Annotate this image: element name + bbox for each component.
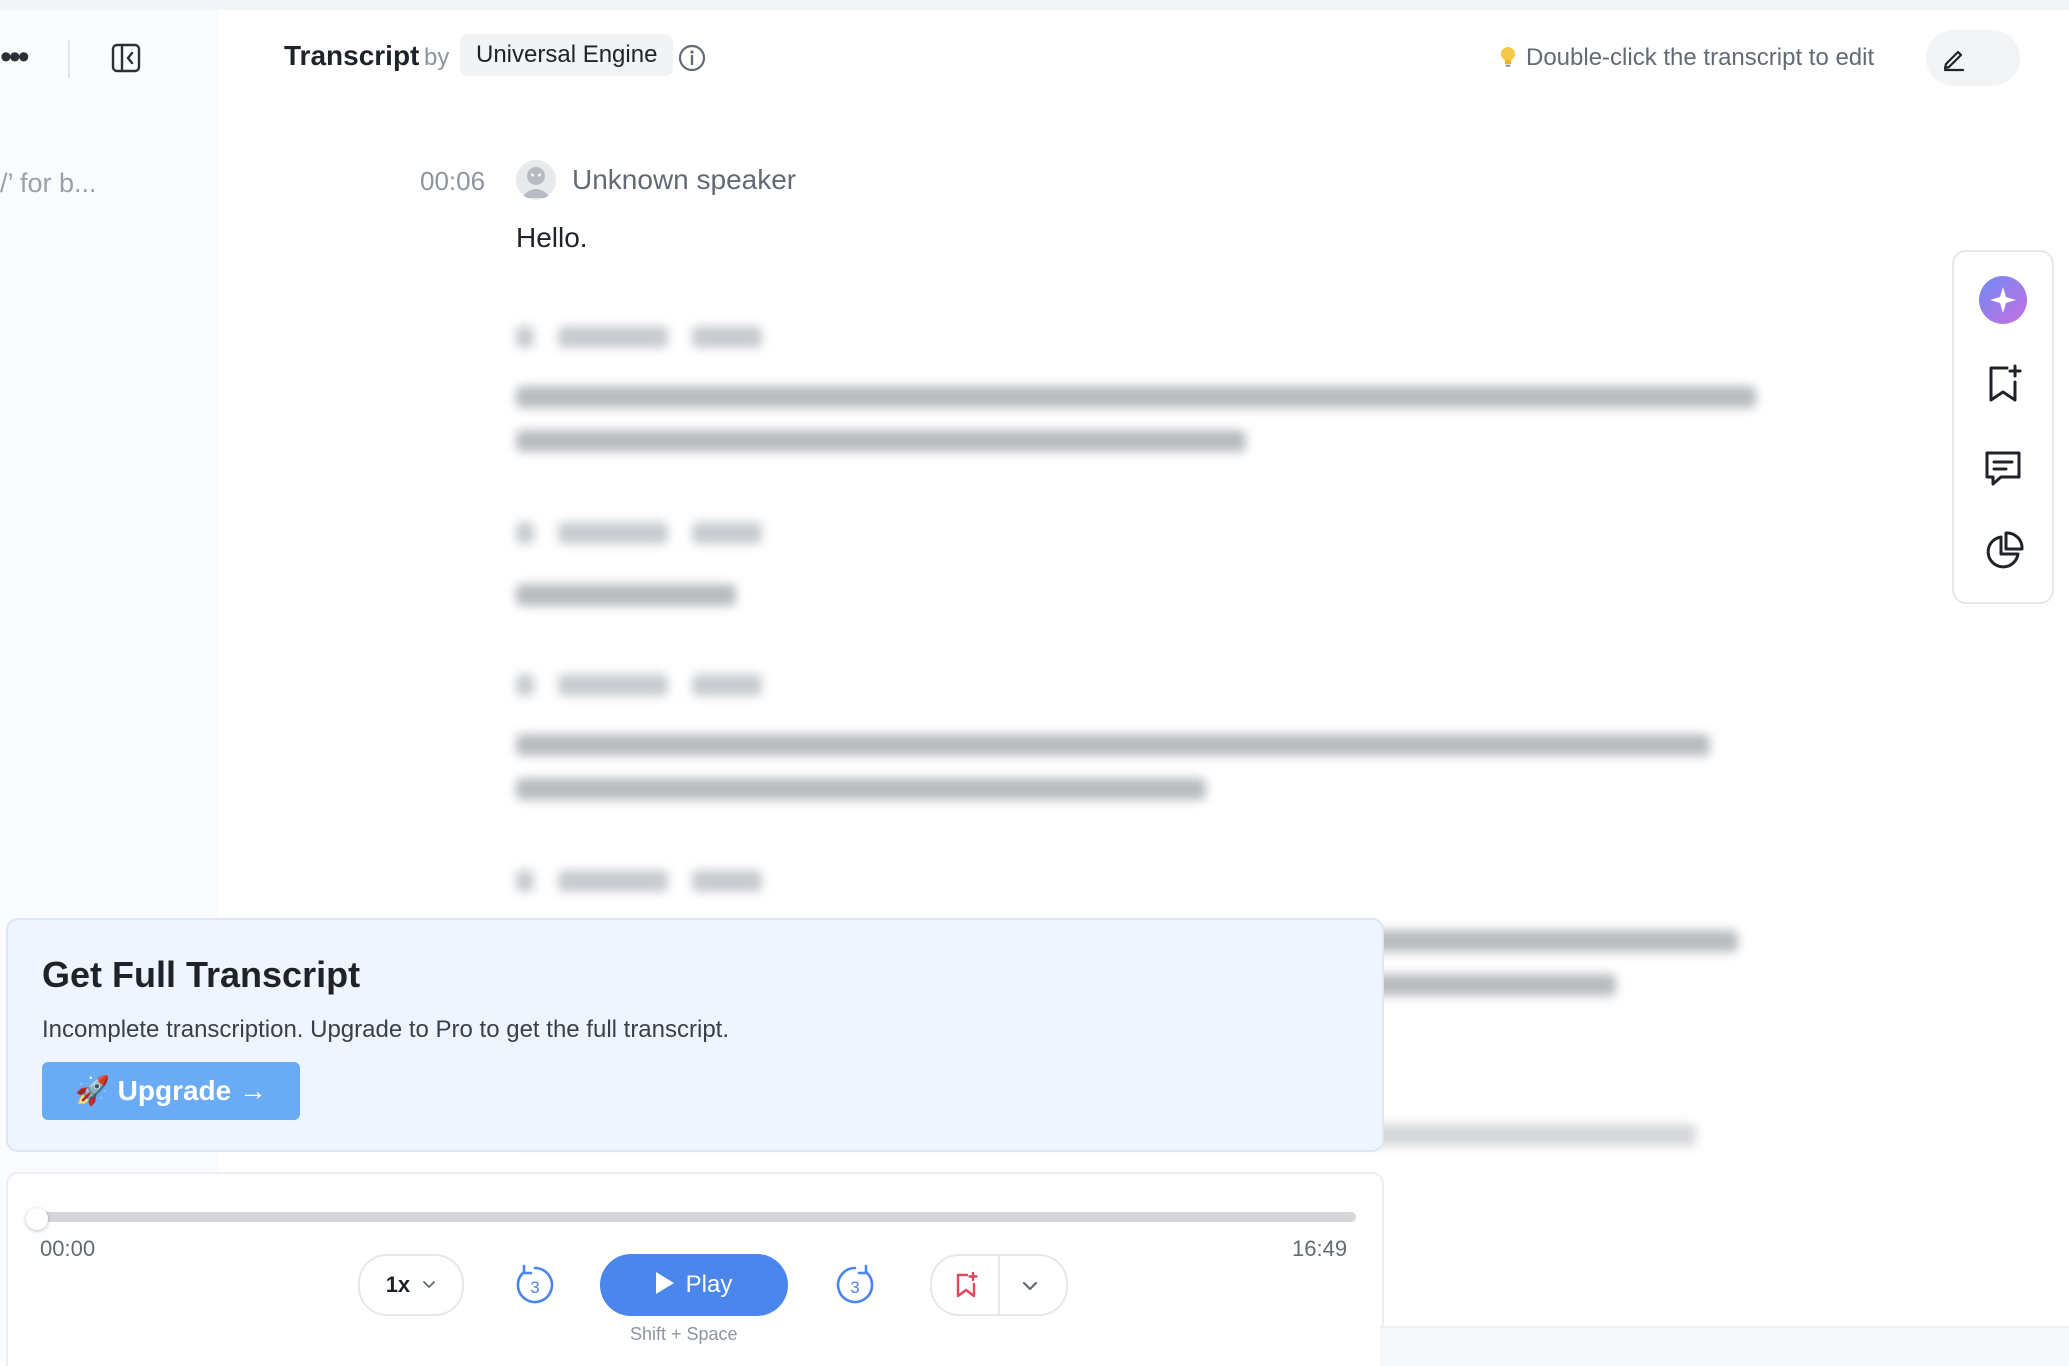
playback-speed-button[interactable]: 1x bbox=[358, 1254, 464, 1316]
upgrade-button[interactable]: 🚀 Upgrade → bbox=[42, 1062, 300, 1120]
toolbar-divider bbox=[68, 40, 70, 78]
add-bookmark-icon[interactable] bbox=[1979, 360, 2027, 408]
mark-options-chevron-icon[interactable] bbox=[1020, 1276, 1040, 1296]
engine-by-label: by bbox=[424, 44, 450, 71]
current-time: 00:00 bbox=[40, 1236, 96, 1261]
audio-player: 00:00 16:49 1x 3 Play Shift + Space 3 bbox=[6, 1172, 1384, 1366]
speaker-avatar bbox=[516, 160, 556, 200]
skip-forward-seconds: 3 bbox=[850, 1278, 859, 1297]
bottom-bar bbox=[1380, 1326, 2069, 1366]
right-tool-rail bbox=[1952, 250, 2054, 604]
left-sidebar bbox=[0, 10, 218, 1364]
play-icon bbox=[655, 1272, 674, 1294]
play-shortcut-hint: Shift + Space bbox=[630, 1324, 738, 1344]
info-icon[interactable] bbox=[678, 44, 706, 72]
mark-divider bbox=[998, 1256, 1000, 1314]
play-button[interactable]: Play bbox=[600, 1254, 788, 1316]
collapse-sidebar-icon[interactable] bbox=[110, 42, 142, 74]
analytics-pie-icon[interactable] bbox=[1979, 528, 2027, 576]
playback-speed-label: 1x bbox=[385, 1272, 411, 1297]
total-time: 16:49 bbox=[1292, 1236, 1348, 1261]
progress-bar[interactable] bbox=[38, 1212, 1356, 1222]
skip-forward-icon[interactable]: 3 bbox=[832, 1262, 878, 1308]
engine-badge: Universal Engine bbox=[460, 34, 674, 76]
upgrade-title: Get Full Transcript bbox=[42, 954, 361, 995]
edit-toggle-button[interactable] bbox=[1926, 30, 2020, 86]
edit-tip: Double-click the transcript to edit bbox=[1500, 44, 1874, 72]
skip-back-seconds: 3 bbox=[530, 1278, 539, 1297]
page-title: Transcript bbox=[284, 40, 420, 71]
chevron-down-icon bbox=[423, 1281, 436, 1288]
add-mark-icon[interactable] bbox=[952, 1271, 980, 1299]
upgrade-card: Get Full Transcript Incomplete transcrip… bbox=[6, 918, 1384, 1152]
pen-icon bbox=[1943, 50, 1965, 72]
ai-assistant-icon[interactable] bbox=[1979, 276, 2027, 324]
top-strip bbox=[0, 0, 2069, 10]
lightbulb-icon bbox=[1501, 47, 1515, 67]
segment-text[interactable]: Hello. bbox=[516, 222, 588, 254]
comment-icon[interactable] bbox=[1979, 444, 2027, 492]
upgrade-description: Incomplete transcription. Upgrade to Pro… bbox=[42, 1016, 730, 1043]
speaker-name[interactable]: Unknown speaker bbox=[572, 164, 796, 196]
skip-back-icon[interactable]: 3 bbox=[512, 1262, 558, 1308]
edit-tip-text: Double-click the transcript to edit bbox=[1526, 44, 1875, 71]
mark-moment-group bbox=[930, 1254, 1068, 1316]
segment-timestamp[interactable]: 00:06 bbox=[420, 166, 485, 197]
progress-thumb[interactable] bbox=[26, 1208, 48, 1230]
more-options-icon[interactable]: ••• bbox=[0, 40, 30, 74]
play-label: Play bbox=[685, 1271, 733, 1298]
sidebar-search-hint[interactable]: /’ for b... bbox=[0, 168, 97, 199]
